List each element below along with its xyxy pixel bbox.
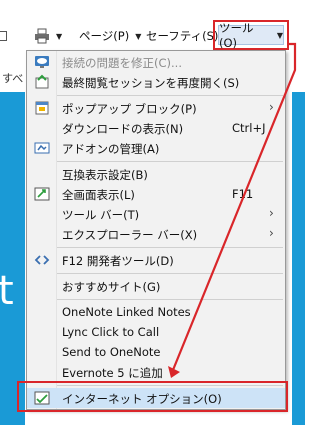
annotation-arrow: [168, 42, 297, 378]
